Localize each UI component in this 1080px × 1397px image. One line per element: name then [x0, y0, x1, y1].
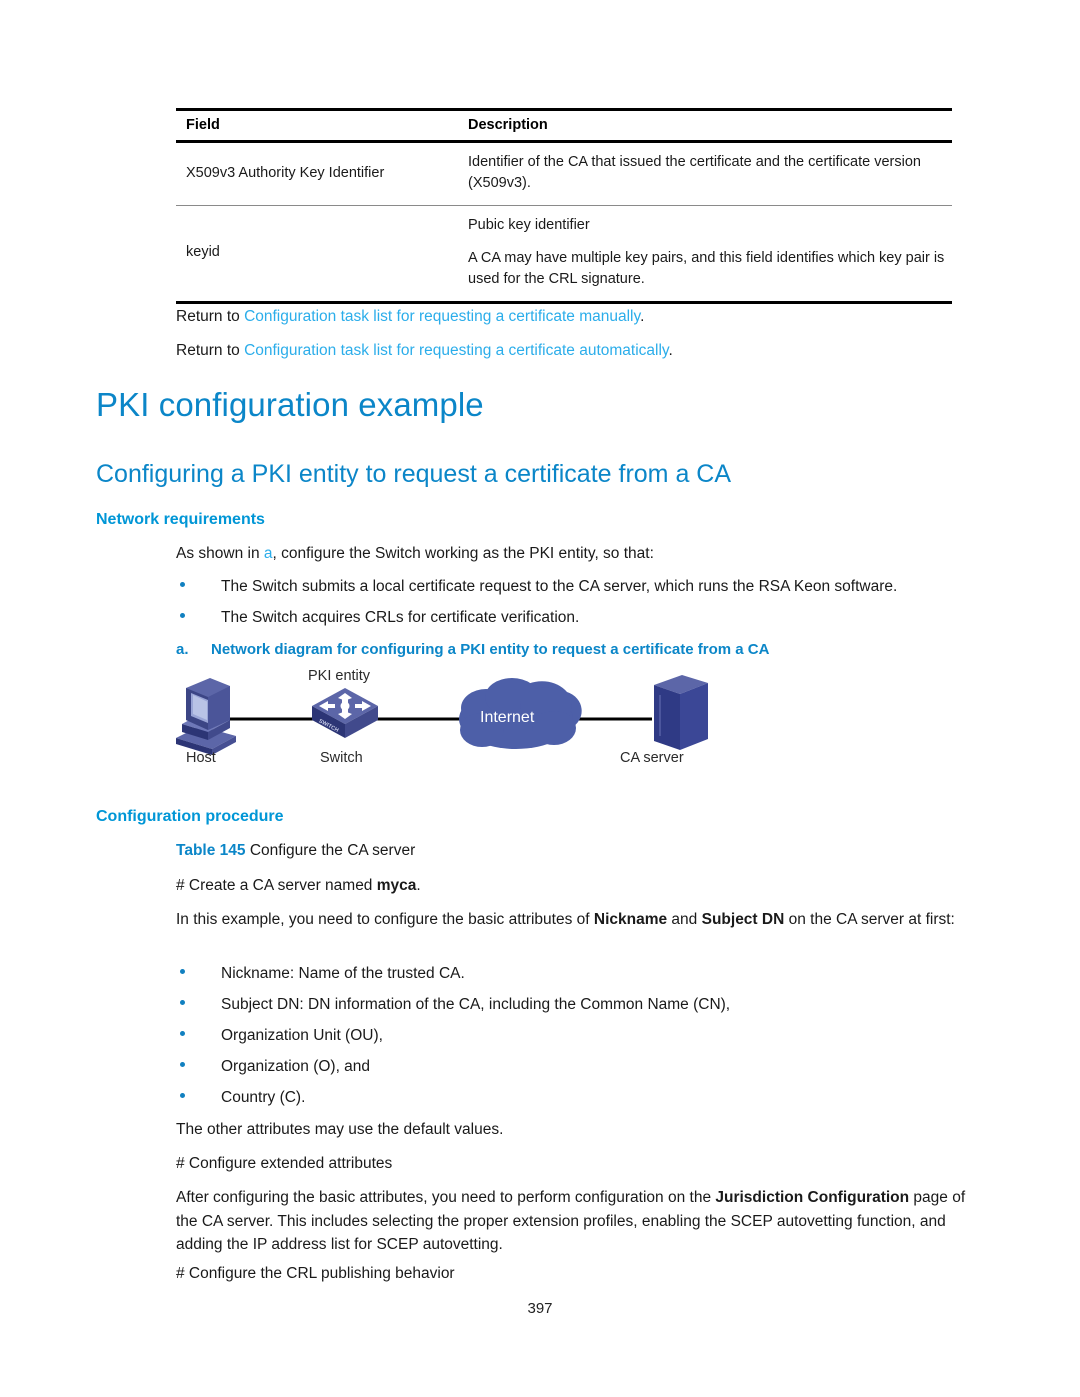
extended-attributes-paragraph: After configuring the basic attributes, …: [176, 1186, 988, 1257]
intro-text-after: , configure the Switch working as the PK…: [272, 545, 654, 562]
create-ca-server-line: # Create a CA server named myca.: [176, 874, 966, 898]
page-number: 397: [527, 1300, 553, 1317]
return-suffix: .: [668, 342, 673, 359]
figure-caption-text: Network diagram for configuring a PKI en…: [211, 641, 770, 658]
cell-field-description: Identifier of the CA that issued the cer…: [450, 141, 952, 207]
description-paragraph: A CA may have multiple key pairs, and th…: [468, 250, 945, 288]
table-row: keyid Pubic key identifier A CA may have…: [176, 205, 952, 305]
return-link-automatic-line: Return to Configuration task list for re…: [176, 339, 966, 363]
create-text-after: .: [416, 877, 421, 894]
crl-publishing-line: # Configure the CRL publishing behavior: [176, 1265, 455, 1282]
link-config-task-list-automatic[interactable]: Configuration task list for requesting a…: [244, 342, 668, 359]
list-item: Subject DN: DN information of the CA, in…: [180, 993, 980, 1016]
basic-attrs-subject-dn: Subject DN: [701, 911, 785, 928]
bullet-dot-icon: [180, 1062, 185, 1067]
network-diagram: SWITCH Internet PKI entity Host Switch C…: [160, 662, 740, 777]
bullet-dot-icon: [180, 1000, 185, 1005]
extended-attributes-heading: # Configure extended attributes: [176, 1155, 393, 1172]
switch-label: Switch: [320, 750, 363, 766]
table-145-caption: Table 145 Configure the CA server: [176, 842, 966, 860]
bullet-dot-icon: [180, 613, 185, 618]
table-row: X509v3 Authority Key Identifier Identifi…: [176, 141, 952, 207]
ca-server-label: CA server: [620, 750, 684, 766]
basic-attrs-text-3: on the CA server at first:: [784, 911, 955, 928]
return-prefix: Return to: [176, 342, 245, 359]
extended-text-1: After configuring the basic attributes, …: [176, 1189, 716, 1206]
table-header-row: Field Description: [176, 108, 952, 143]
ca-server-icon: [654, 675, 708, 750]
figure-caption-a: a. Network diagram for configuring a PKI…: [176, 641, 976, 658]
list-item: The Switch acquires CRLs for certificate…: [180, 606, 980, 629]
list-item-label: The Switch acquires CRLs for certificate…: [221, 609, 580, 626]
return-prefix: Return to: [176, 308, 245, 325]
jurisdiction-configuration-label: Jurisdiction Configuration: [715, 1189, 910, 1206]
subheading-network-requirements: Network requirements: [96, 511, 265, 528]
host-icon: [176, 678, 236, 755]
page-title-pki-configuration-example: PKI configuration example: [96, 386, 484, 423]
bullet-dot-icon: [180, 1031, 185, 1036]
cell-field-name: X509v3 Authority Key Identifier: [176, 141, 450, 207]
table-caption-number: Table 145: [176, 842, 246, 859]
figure-marker: a.: [176, 641, 189, 658]
host-label: Host: [186, 750, 216, 766]
link-figure-a[interactable]: a: [264, 545, 273, 562]
list-item: Country (C).: [180, 1086, 980, 1109]
bullet-dot-icon: [180, 582, 185, 587]
list-item: Organization (O), and: [180, 1055, 980, 1078]
list-item-label: Nickname: Name of the trusted CA.: [221, 965, 465, 982]
list-item-label: Organization (O), and: [221, 1058, 371, 1075]
table-caption-text: Configure the CA server: [245, 842, 416, 859]
switch-icon: SWITCH: [312, 688, 378, 738]
list-item-label: The Switch submits a local certificate r…: [221, 578, 898, 595]
link-config-task-list-manual[interactable]: Configuration task list for requesting a…: [244, 308, 640, 325]
description-paragraph: Identifier of the CA that issued the cer…: [468, 154, 921, 192]
create-text-before: # Create a CA server named: [176, 877, 377, 894]
list-item: The Switch submits a local certificate r…: [180, 575, 980, 598]
section-heading-configuring-pki-entity: Configuring a PKI entity to request a ce…: [96, 460, 732, 488]
column-header-field: Field: [176, 108, 450, 143]
list-item-label: Country (C).: [221, 1089, 306, 1106]
document-page: Field Description X509v3 Authority Key I…: [0, 0, 1080, 1397]
intro-text-before: As shown in: [176, 545, 264, 562]
subheading-configuration-procedure: Configuration procedure: [96, 808, 284, 825]
list-item-label: Subject DN: DN information of the CA, in…: [221, 996, 731, 1013]
network-requirements-intro: As shown in a, configure the Switch work…: [176, 542, 976, 566]
return-link-manual-line: Return to Configuration task list for re…: [176, 305, 966, 329]
bullet-dot-icon: [180, 969, 185, 974]
list-item: Nickname: Name of the trusted CA.: [180, 962, 980, 985]
basic-attributes-paragraph: In this example, you need to configure t…: [176, 908, 986, 932]
return-suffix: .: [640, 308, 645, 325]
default-values-line: The other attributes may use the default…: [176, 1121, 504, 1138]
list-item: Organization Unit (OU),: [180, 1024, 980, 1047]
cell-field-name: keyid: [176, 205, 450, 305]
basic-attrs-text-2: and: [667, 911, 702, 928]
basic-attrs-text-1: In this example, you need to configure t…: [176, 911, 594, 928]
create-ca-name: myca: [376, 877, 417, 894]
list-item-label: Organization Unit (OU),: [221, 1027, 383, 1044]
cloud-label-internet: Internet: [480, 709, 535, 726]
description-paragraph: Pubic key identifier: [468, 217, 590, 234]
cell-field-description: Pubic key identifier A CA may have multi…: [450, 205, 952, 305]
bullet-dot-icon: [180, 1093, 185, 1098]
switch-label-pki-entity: PKI entity: [308, 668, 371, 684]
basic-attrs-nickname: Nickname: [593, 911, 668, 928]
column-header-description: Description: [450, 108, 952, 143]
field-description-table: Field Description X509v3 Authority Key I…: [176, 108, 952, 305]
